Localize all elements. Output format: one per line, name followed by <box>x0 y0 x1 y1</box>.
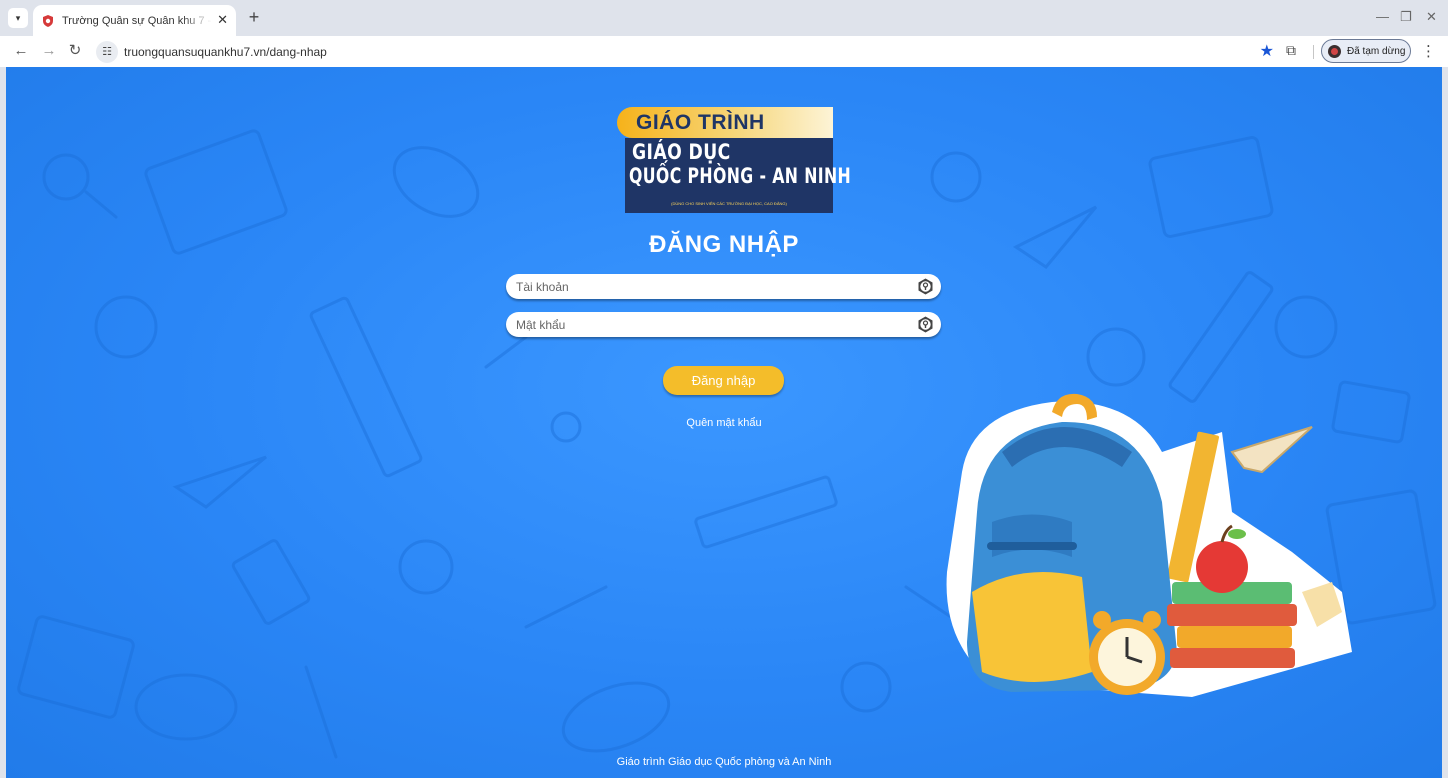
bookmark-star-icon[interactable]: ★ <box>1260 41 1274 61</box>
page-title: ĐĂNG NHẬP <box>649 231 799 258</box>
password-field[interactable] <box>506 312 941 337</box>
back-arrow-icon[interactable]: ← <box>12 42 30 60</box>
textbook-logo: GIÁO TRÌNH GIÁO DỤC QUỐC PHÒNG - AN NINH… <box>617 107 851 213</box>
profile-avatar-icon <box>1328 44 1341 58</box>
logo-line3: (DÙNG CHO SINH VIÊN CÁC TRƯỜNG ĐẠI HỌC, … <box>671 201 787 206</box>
logo-line2: QUỐC PHÒNG - AN NINH <box>629 164 852 188</box>
reload-icon[interactable]: ↻ <box>66 42 84 60</box>
logo-line1: GIÁO DỤC <box>632 140 731 164</box>
restore-icon[interactable]: ❐ <box>1400 9 1412 25</box>
logo-top-banner: GIÁO TRÌNH <box>617 107 833 138</box>
page-footer: Giáo trình Giáo dục Quốc phòng và An Nin… <box>616 756 832 768</box>
key-lock-icon <box>918 278 933 295</box>
backpack-books-clock-illustration <box>946 393 1352 697</box>
password-input[interactable] <box>516 312 906 337</box>
browser-menu-icon[interactable]: ⋮ <box>1421 42 1436 60</box>
toolbar-divider <box>1313 45 1314 59</box>
address-bar[interactable]: ☷ truongquansuquankhu7.vn/dang-nhap ★ <box>92 39 1278 64</box>
minimize-icon[interactable]: — <box>1376 9 1389 24</box>
key-lock-icon <box>918 316 933 333</box>
new-tab-plus-icon[interactable]: + <box>244 8 264 28</box>
tab-close-icon[interactable]: ✕ <box>217 13 228 27</box>
tab-title: Trường Quân sự Quân khu 7 - Giáo trình G… <box>62 14 212 27</box>
extensions-puzzle-icon[interactable]: ⧉ <box>1286 42 1296 59</box>
logo-bottom-panel: GIÁO DỤC QUỐC PHÒNG - AN NINH (DÙNG CHO … <box>625 138 851 213</box>
tab-search-chevron-icon[interactable]: ▾ <box>8 8 28 28</box>
login-button[interactable]: Đăng nhập <box>663 366 784 395</box>
logo-top-text: GIÁO TRÌNH <box>636 111 765 134</box>
forgot-password-link[interactable]: Quên mật khẩu <box>686 417 761 429</box>
site-settings-tune-icon[interactable]: ☷ <box>96 40 118 63</box>
username-field[interactable] <box>506 274 941 299</box>
address-url: truongquansuquankhu7.vn/dang-nhap <box>124 44 327 59</box>
browser-tabstrip: ▾ Trường Quân sự Quân khu 7 - Giáo trình… <box>0 0 1448 36</box>
browser-toolbar: ← → ↻ ☷ truongquansuquankhu7.vn/dang-nha… <box>0 36 1448 67</box>
profile-label: Đã tạm dừng <box>1347 45 1406 57</box>
profile-button[interactable]: Đã tạm dừng <box>1321 39 1411 63</box>
site-shield-icon <box>43 14 53 27</box>
username-input[interactable] <box>516 274 906 299</box>
page-viewport: GIÁO TRÌNH GIÁO DỤC QUỐC PHÒNG - AN NINH… <box>6 67 1442 778</box>
close-window-icon[interactable]: ✕ <box>1426 9 1437 25</box>
browser-tab-active[interactable]: Trường Quân sự Quân khu 7 - Giáo trình G… <box>33 5 236 36</box>
forward-arrow-icon[interactable]: → <box>40 42 58 60</box>
